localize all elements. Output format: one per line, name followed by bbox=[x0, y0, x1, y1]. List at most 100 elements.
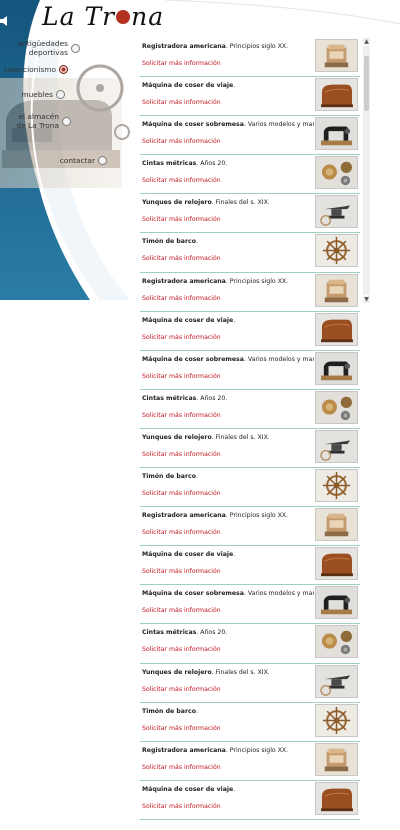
product-name: Yunques de relojero bbox=[142, 199, 212, 207]
list-item: Timón de barco. Solicitar más informació… bbox=[140, 703, 360, 742]
request-info-link[interactable]: Solicitar más información bbox=[142, 451, 221, 458]
request-info-link[interactable]: Solicitar más información bbox=[142, 725, 221, 732]
product-thumbnail[interactable] bbox=[315, 703, 358, 737]
logo-text-left: La Tr bbox=[42, 2, 116, 31]
brand-logo[interactable]: La Tr na bbox=[42, 2, 164, 31]
product-thumbnail[interactable] bbox=[315, 390, 358, 424]
nav-item-muebles[interactable]: muebles bbox=[10, 90, 65, 99]
product-name-period: . bbox=[233, 316, 236, 324]
nav-item-almacen[interactable]: el almacén de La Trona bbox=[12, 112, 71, 130]
product-name-period: . bbox=[196, 394, 199, 402]
list-item: Timón de barco. Solicitar más informació… bbox=[140, 233, 360, 273]
product-title: Máquina de coser sobremesa. Varios model… bbox=[142, 356, 314, 363]
product-title: Máquina de coser sobremesa. Varios model… bbox=[142, 121, 314, 128]
product-title: Timón de barco. bbox=[142, 708, 314, 715]
product-name-period: . bbox=[243, 121, 246, 129]
product-name-period: . bbox=[225, 43, 228, 50]
product-title: Máquina de coser de viaje. bbox=[142, 317, 314, 324]
product-thumbnail[interactable] bbox=[315, 312, 358, 346]
tape-measures-image bbox=[316, 157, 357, 189]
request-info-link[interactable]: Solicitar más información bbox=[142, 607, 221, 614]
product-detail: Varios modelos y marcas. bbox=[247, 355, 314, 363]
nav-item-coleccionismo[interactable]: coleccionismo bbox=[4, 65, 68, 74]
product-name: Cintas métricas bbox=[142, 394, 197, 402]
request-info-link[interactable]: Solicitar más información bbox=[142, 60, 221, 67]
nav-bullet-icon bbox=[98, 156, 107, 165]
request-info-link[interactable]: Solicitar más información bbox=[142, 803, 221, 810]
product-thumbnail[interactable] bbox=[315, 664, 358, 698]
product-name: Máquina de coser sobremesa bbox=[142, 121, 244, 129]
product-name: Registradora americana bbox=[142, 512, 226, 520]
product-thumbnail[interactable] bbox=[315, 195, 358, 229]
product-thumbnail[interactable] bbox=[315, 429, 358, 463]
list-item: Cintas métricas. Años 20. Solicitar más i… bbox=[140, 390, 360, 429]
product-name-period: . bbox=[211, 433, 214, 441]
product-thumbnail[interactable] bbox=[315, 547, 358, 581]
chevron-down-icon[interactable]: ▼ bbox=[363, 296, 370, 303]
product-name: Timón de barco bbox=[142, 707, 196, 715]
product-thumbnail[interactable] bbox=[315, 156, 358, 190]
nav-item-contactar[interactable]: contactar bbox=[55, 156, 107, 165]
scroll-track[interactable] bbox=[363, 46, 370, 295]
scroll-thumb[interactable] bbox=[364, 56, 369, 111]
product-detail: Principios siglo XX. bbox=[229, 512, 289, 520]
product-name-period: . bbox=[225, 277, 228, 285]
product-name: Registradora americana bbox=[142, 277, 226, 285]
scrollbar[interactable]: ▲ ▼ bbox=[363, 38, 370, 303]
request-info-link[interactable]: Solicitar más información bbox=[142, 568, 221, 575]
nav-bullet-icon bbox=[62, 116, 71, 126]
tape-measures-image bbox=[316, 626, 357, 658]
ship-wheel-image bbox=[316, 470, 357, 502]
product-title: Máquina de coser de viaje. bbox=[142, 82, 314, 89]
request-info-link[interactable]: Solicitar más información bbox=[142, 764, 221, 771]
request-info-link[interactable]: Solicitar más información bbox=[142, 295, 221, 302]
product-name: Registradora americana bbox=[142, 43, 226, 50]
list-item: Máquina de coser de viaje. Solicitar más… bbox=[140, 781, 360, 820]
product-name: Yunques de relojero bbox=[142, 668, 212, 676]
product-thumbnail[interactable] bbox=[315, 625, 358, 659]
product-title: Yunques de relojero. Finales del s. XIX. bbox=[142, 199, 314, 206]
request-info-link[interactable]: Solicitar más información bbox=[142, 177, 221, 184]
request-info-link[interactable]: Solicitar más información bbox=[142, 412, 221, 419]
product-title: Yunques de relojero. Finales del s. XIX. bbox=[142, 669, 314, 676]
request-info-link[interactable]: Solicitar más información bbox=[142, 490, 221, 497]
chevron-up-icon[interactable]: ▲ bbox=[363, 38, 370, 45]
product-thumbnail[interactable] bbox=[315, 117, 358, 151]
list-item: Máquina de coser sobremesa. Varios model… bbox=[140, 585, 360, 625]
product-thumbnail[interactable] bbox=[315, 742, 358, 776]
product-title: Timón de barco. bbox=[142, 473, 314, 480]
list-item: Timón de barco. Solicitar más informació… bbox=[140, 468, 360, 508]
product-thumbnail[interactable] bbox=[315, 273, 358, 307]
product-title: Cintas métricas. Años 20. bbox=[142, 395, 314, 402]
product-name-period: . bbox=[211, 668, 214, 676]
product-name-period: . bbox=[196, 629, 199, 637]
request-info-link[interactable]: Solicitar más información bbox=[142, 529, 221, 536]
product-thumbnail[interactable] bbox=[315, 508, 358, 542]
ship-wheel-image bbox=[316, 235, 357, 267]
product-thumbnail[interactable] bbox=[315, 586, 358, 620]
nav-item-antiguedades[interactable]: antigüedades deportivas bbox=[18, 39, 80, 57]
request-info-link[interactable]: Solicitar más información bbox=[142, 373, 221, 380]
request-info-link[interactable]: Solicitar más información bbox=[142, 99, 221, 106]
product-thumbnail[interactable] bbox=[315, 39, 358, 72]
request-info-link[interactable]: Solicitar más información bbox=[142, 334, 221, 341]
product-thumbnail[interactable] bbox=[315, 469, 358, 503]
product-thumbnail[interactable] bbox=[315, 351, 358, 385]
sewing-case-image bbox=[316, 548, 357, 580]
nav-bullet-icon bbox=[56, 90, 65, 99]
list-item: Yunques de relojero. Finales del s. XIX.… bbox=[140, 429, 360, 469]
request-info-link[interactable]: Solicitar más información bbox=[142, 646, 221, 653]
product-name: Cintas métricas bbox=[142, 160, 197, 168]
sewing-case-image bbox=[316, 313, 357, 345]
product-thumbnail[interactable] bbox=[315, 78, 358, 112]
speaker-icon[interactable] bbox=[0, 12, 8, 26]
request-info-link[interactable]: Solicitar más información bbox=[142, 216, 221, 223]
request-info-link[interactable]: Solicitar más información bbox=[142, 255, 221, 262]
product-thumbnail[interactable] bbox=[315, 781, 358, 815]
request-info-link[interactable]: Solicitar más información bbox=[142, 686, 221, 693]
product-name: Máquina de coser sobremesa bbox=[142, 355, 244, 363]
cash-register-image bbox=[316, 509, 357, 541]
product-name-period: . bbox=[211, 199, 214, 207]
product-thumbnail[interactable] bbox=[315, 234, 358, 268]
request-info-link[interactable]: Solicitar más información bbox=[142, 138, 221, 145]
